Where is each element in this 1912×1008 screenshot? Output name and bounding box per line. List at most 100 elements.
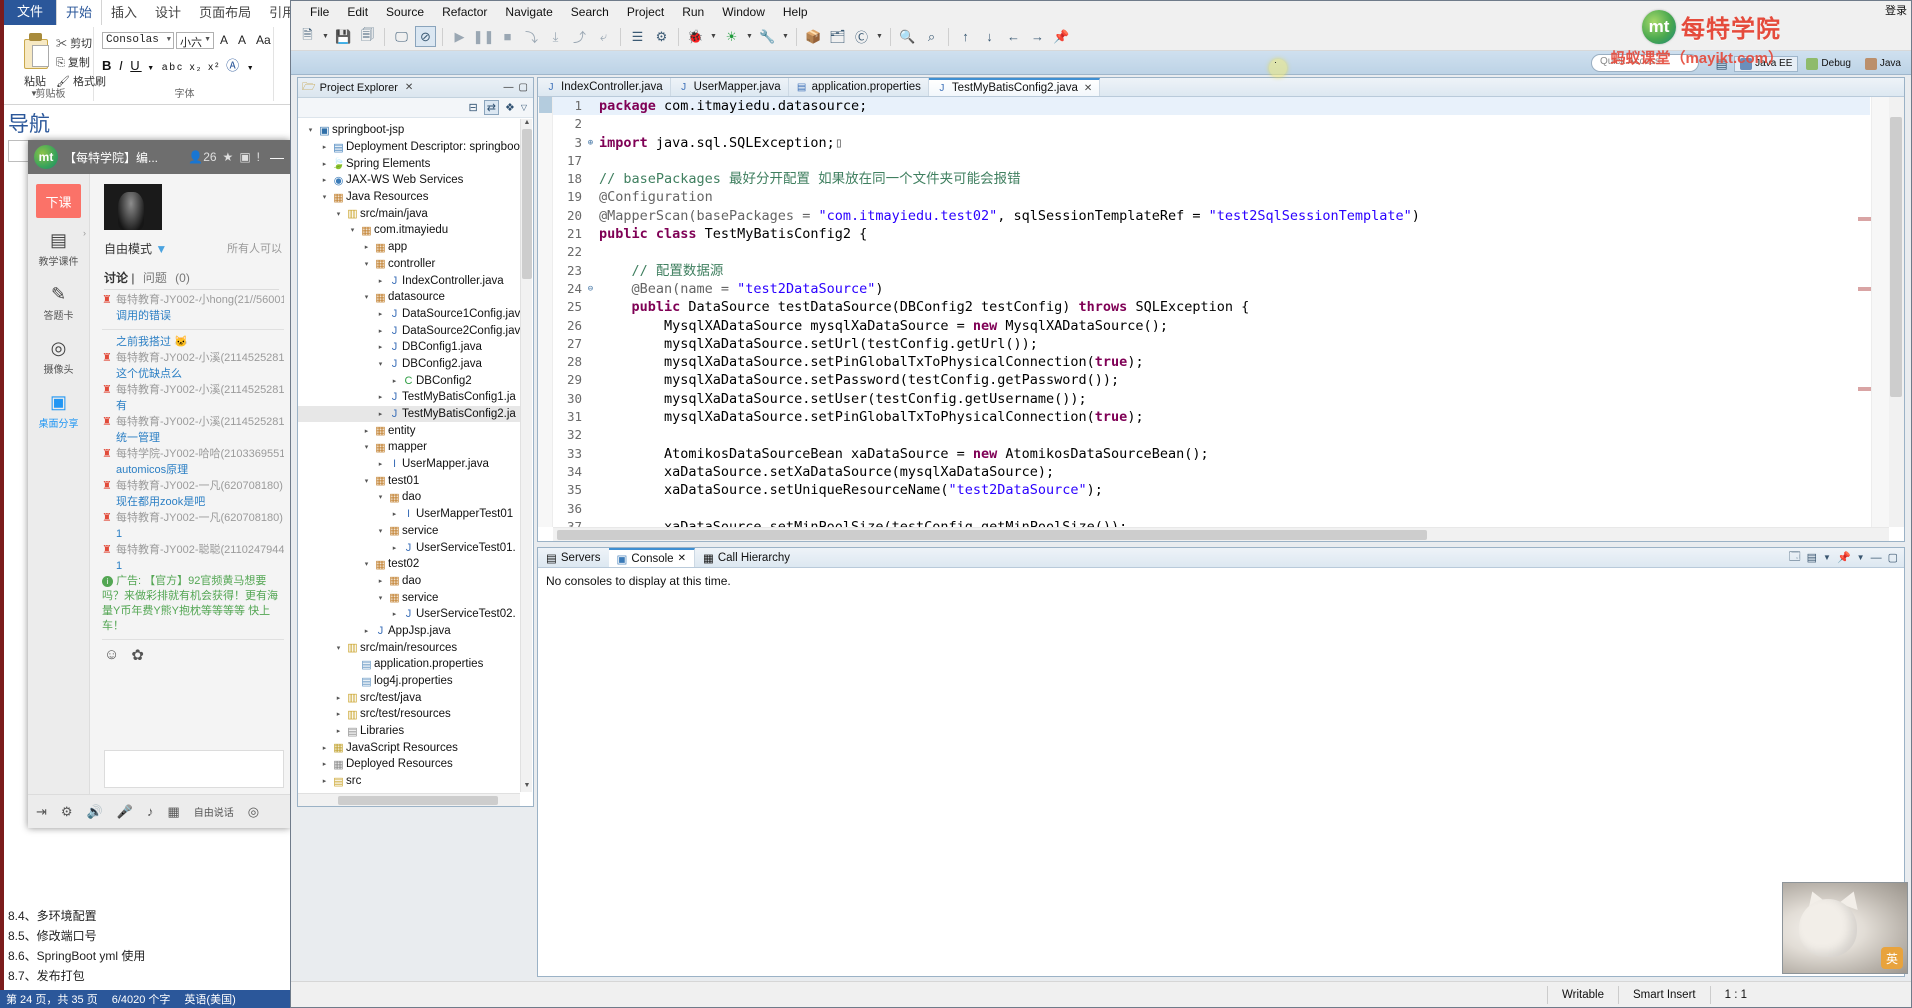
minimize-icon[interactable]: — — [1871, 552, 1882, 564]
tree-item[interactable]: ▸ J UserServiceTest02. — [298, 606, 520, 623]
tree-item[interactable]: ▸ J UserServiceTest01. — [298, 539, 520, 556]
emoji-icon[interactable]: ☺ — [104, 646, 119, 664]
twisty-collapsed-icon[interactable]: ▸ — [374, 410, 387, 418]
twisty-expanded-icon[interactable]: ▾ — [374, 527, 387, 535]
chevron-down-icon[interactable]: ▼ — [781, 33, 790, 40]
ribbon-tab-page-layout[interactable]: 页面布局 — [190, 0, 260, 25]
chevron-down-icon[interactable]: ▼ — [709, 33, 718, 40]
chevron-down-icon[interactable]: ▽ — [521, 103, 527, 112]
menu-source[interactable]: Source — [377, 3, 433, 21]
editor-tab[interactable]: J TestMyBatisConfig2.java ✕ — [928, 78, 1101, 96]
twisty-collapsed-icon[interactable]: ▸ — [374, 343, 387, 351]
ribbon-tab-design[interactable]: 设计 — [146, 0, 190, 25]
link-with-editor-icon[interactable]: ⇄ — [483, 100, 499, 115]
twisty-collapsed-icon[interactable]: ▸ — [318, 760, 331, 768]
tree-item[interactable]: ▤ log4j.properties — [298, 673, 520, 690]
font-size-input[interactable]: 小六 ▼ — [176, 32, 214, 49]
tree-item[interactable]: ▾ ▣ springboot-jsp — [298, 122, 520, 139]
tree-item[interactable]: ▾ ▦ service — [298, 523, 520, 540]
alert-icon[interactable]: ! — [257, 150, 260, 164]
next-annotation-icon[interactable]: ↓ — [979, 26, 1000, 47]
editor-tab[interactable]: J UserMapper.java — [671, 78, 789, 96]
collapse-all-icon[interactable]: ⊟ — [469, 101, 478, 114]
tree-item[interactable]: ▾ ▦ Java Resources — [298, 189, 520, 206]
menu-edit[interactable]: Edit — [338, 3, 377, 21]
login-button[interactable]: 登录 — [1885, 2, 1907, 18]
tool-courseware[interactable]: ▤ › 教学课件 — [28, 228, 89, 268]
tree-item[interactable]: ▸ ◉ JAX-WS Web Services — [298, 172, 520, 189]
teacher-video-thumbnail[interactable] — [104, 184, 162, 230]
tree-item[interactable]: ▸ J DBConfig1.java — [298, 339, 520, 356]
open-console-icon[interactable]: 🗔 — [1789, 548, 1801, 567]
twisty-collapsed-icon[interactable]: ▸ — [388, 544, 401, 552]
twisty-collapsed-icon[interactable]: ▸ — [318, 143, 331, 151]
pin-console-icon[interactable]: 📌 — [1837, 551, 1851, 564]
tree-item[interactable]: ▸ ▥ src/test/java — [298, 689, 520, 706]
italic-button[interactable]: I — [119, 58, 125, 73]
chevron-down-icon[interactable]: ▼ — [1857, 553, 1865, 562]
settings-icon[interactable]: ✿ — [131, 646, 144, 664]
advertisement-text[interactable]: i 广告: 【官方】92官频黄马想要吗？来做彩排就有机会获得！更有海量Y币年费Y… — [102, 574, 284, 634]
twisty-collapsed-icon[interactable]: ▸ — [360, 243, 373, 251]
tree-item[interactable]: ▾ ▦ test02 — [298, 556, 520, 573]
twisty-collapsed-icon[interactable]: ▸ — [374, 327, 387, 335]
source-code[interactable]: 1 package com.itmayiedu.datasource; 2 3 ⊕ imp… — [553, 97, 1870, 527]
chat-message-list[interactable]: ♜ 每特教育-JY002-小hong(21//56001 调用的错误 之前我搭过 … — [102, 292, 284, 640]
tree-item[interactable]: ▤ application.properties — [298, 656, 520, 673]
classroom-chat-tabs[interactable]: 讨论 | 问题 (0) — [104, 269, 279, 290]
console-tab-bar[interactable]: ▤ Servers ▣ Console ✕ ▦ Call Hierarchy 🗔 ▤ ▼… — [538, 548, 1904, 568]
twisty-expanded-icon[interactable]: ▾ — [332, 210, 345, 218]
maximize-icon[interactable]: ▢ — [519, 82, 528, 93]
code-line[interactable]: 30 mysqlXaDataSource.setUser(testConfig.… — [553, 390, 1870, 408]
webcam-preview[interactable]: 英 — [1782, 882, 1908, 974]
tree-item[interactable]: ▸ ▦ dao — [298, 573, 520, 590]
tree-item[interactable]: ▸ J TestMyBatisConfig2.ja — [298, 405, 520, 423]
copy-button[interactable]: ⎘ 复制 — [56, 54, 90, 70]
save-all-icon[interactable]: 🗐 — [357, 26, 378, 47]
search-icon[interactable]: 🔍 — [897, 26, 918, 47]
tab-call-hierarchy[interactable]: ▦ Call Hierarchy — [695, 548, 798, 567]
word-count-status[interactable]: 6/4020 个字 — [112, 991, 171, 1007]
code-line[interactable]: 29 mysqlXaDataSource.setPassword(testCon… — [553, 371, 1870, 389]
grow-font-button[interactable]: A — [220, 33, 228, 47]
eclipse-menu-bar[interactable]: File Edit Source Refactor Navigate Searc… — [291, 1, 1911, 23]
project-explorer-view[interactable]: 🗁 Project Explorer ✕ — ▢ ⊟ ⇄ ❖ ▽ ▾ ▣ sprin… — [297, 77, 534, 807]
display-selected-console-icon[interactable]: ▤ — [1807, 551, 1817, 564]
scroll-down-icon[interactable]: ▼ — [522, 782, 532, 792]
menu-navigate[interactable]: Navigate — [496, 3, 561, 21]
console-toolbar[interactable]: 🗔 ▤ ▼ 📌 ▼ — ▢ — [1789, 548, 1904, 567]
tree-item[interactable]: ▾ ▦ controller — [298, 256, 520, 273]
tree-item[interactable]: ▸ C DBConfig2 — [298, 372, 520, 389]
new-console-icon[interactable]: 🖵 — [391, 26, 412, 47]
end-class-button[interactable]: 下课 — [36, 184, 81, 218]
tool-camera[interactable]: ◎ 摄像头 — [28, 338, 89, 376]
chevron-down-icon[interactable]: ▼ — [247, 65, 256, 72]
new-java-project-icon[interactable]: 📦 — [803, 26, 824, 47]
tree-item[interactable]: ▸ ▦ Deployed Resources — [298, 756, 520, 773]
tree-item[interactable]: ▸ ▤ src — [298, 773, 520, 790]
font-family-input[interactable]: Consolas ▼ — [102, 32, 174, 49]
twisty-expanded-icon[interactable]: ▾ — [374, 360, 387, 368]
twisty-collapsed-icon[interactable]: ▸ — [360, 627, 373, 635]
change-case-button[interactable]: Aa — [256, 33, 271, 47]
strikethrough-button[interactable]: abc — [162, 62, 184, 73]
code-line[interactable]: 27 mysqlXaDataSource.setUrl(testConfig.g… — [553, 335, 1870, 353]
ribbon-tab-insert[interactable]: 插入 — [102, 0, 146, 25]
editor-gutter[interactable] — [538, 97, 553, 527]
fold-toggle-icon[interactable]: ⊖ — [585, 280, 596, 298]
twisty-collapsed-icon[interactable]: ▸ — [318, 744, 331, 752]
tree-item[interactable]: ▸ I UserMapperTest01 — [298, 506, 520, 523]
twisty-collapsed-icon[interactable]: ▸ — [318, 176, 331, 184]
console-view[interactable]: ▤ Servers ▣ Console ✕ ▦ Call Hierarchy 🗔 ▤ ▼… — [537, 547, 1905, 977]
code-line[interactable]: 28 mysqlXaDataSource.setPinGlobalTxToPhy… — [553, 353, 1870, 371]
menu-window[interactable]: Window — [713, 3, 774, 21]
twisty-expanded-icon[interactable]: ▾ — [360, 443, 373, 451]
tab-question[interactable]: 问题 — [143, 271, 167, 285]
tree-item[interactable]: ▸ ▦ JavaScript Resources — [298, 739, 520, 756]
code-line[interactable]: 2 — [553, 115, 1870, 133]
chevron-down-icon[interactable]: ▼ — [745, 33, 754, 40]
microphone-icon[interactable]: 🎤 — [117, 804, 133, 820]
code-line[interactable]: 31 mysqlXaDataSource.setPinGlobalTxToPhy… — [553, 408, 1870, 426]
tree-item[interactable]: ▾ ▥ src/main/java — [298, 205, 520, 222]
code-line[interactable]: 35 xaDataSource.setUniqueResourceName("t… — [553, 481, 1870, 499]
